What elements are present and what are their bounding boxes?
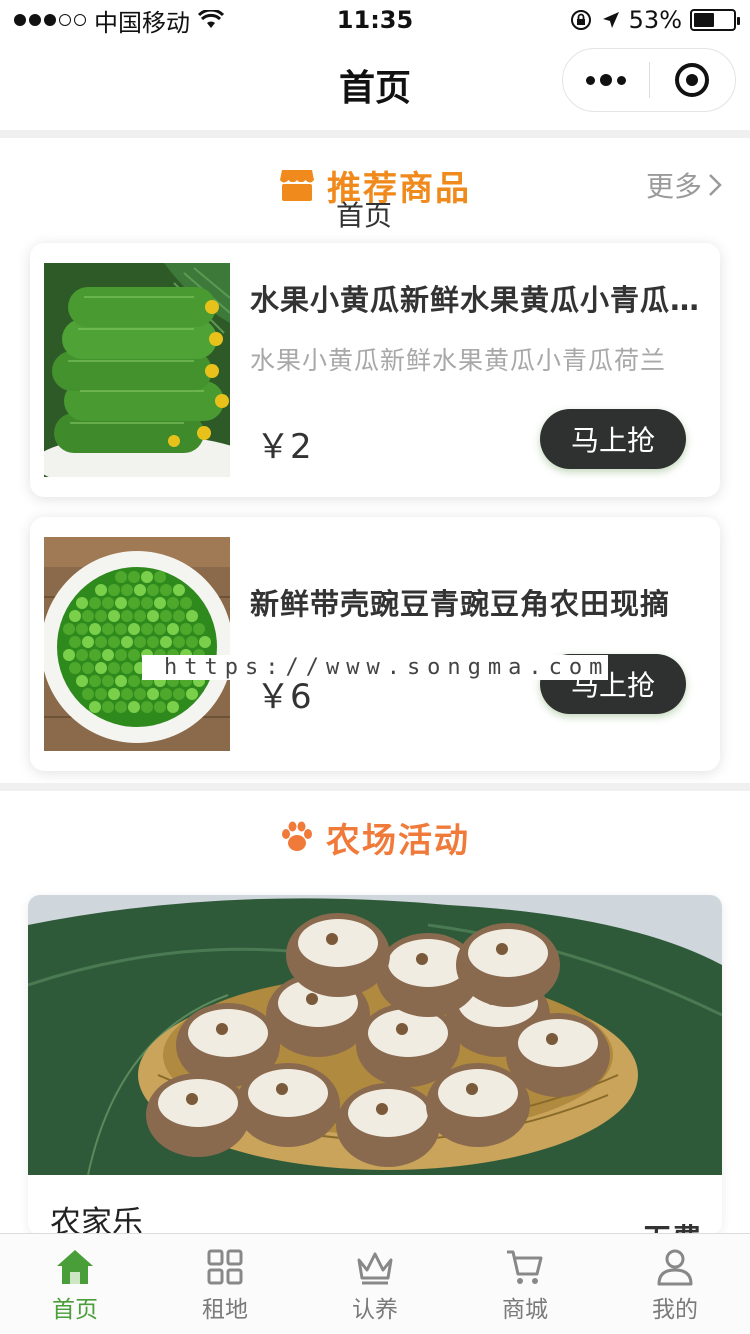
battery-percent: 53% — [628, 6, 682, 34]
more-label: 更多 — [645, 170, 702, 203]
close-icon — [675, 63, 710, 97]
tab-label: 租地 — [202, 1297, 248, 1323]
battery-icon — [690, 9, 740, 31]
nav-bar: 首页 — [0, 40, 750, 130]
carrier-label: 中国移动 — [94, 8, 190, 37]
close-button[interactable] — [650, 49, 736, 111]
activity-title: 农场活动 — [326, 820, 470, 861]
paw-icon — [282, 821, 312, 851]
activity-tag: 无费 — [642, 1215, 702, 1235]
product-name: 水果小黄瓜新鲜水果黄瓜小青瓜荷兰 — [250, 283, 702, 317]
status-bar: 中国移动 11:35 53% — [0, 0, 750, 40]
product-price: ￥2 — [256, 427, 312, 467]
product-card[interactable]: 水果小黄瓜新鲜水果黄瓜小青瓜荷兰 水果小黄瓜新鲜水果黄瓜小青瓜荷兰 ￥2 马上抢 — [30, 243, 720, 497]
divider — [0, 783, 750, 791]
grid-icon — [207, 1249, 243, 1285]
status-left: 中国移动 — [14, 3, 224, 38]
tab-label: 我的 — [652, 1297, 698, 1323]
cucumber-image[interactable] — [44, 263, 230, 477]
product-desc: 水果小黄瓜新鲜水果黄瓜小青瓜荷兰 — [250, 346, 667, 375]
chevron-right-icon — [709, 174, 722, 196]
tab-home[interactable]: 首页 — [0, 1234, 150, 1334]
activity-header: 农场活动 — [0, 812, 750, 862]
more-menu-button[interactable] — [563, 49, 649, 111]
tab-mall[interactable]: 商城 — [450, 1234, 600, 1334]
taro-image[interactable] — [28, 895, 722, 1175]
user-icon — [657, 1249, 693, 1286]
tab-label: 首页 — [52, 1297, 98, 1323]
watermark-text: https://www.songma.com — [142, 655, 608, 680]
divider — [0, 130, 750, 138]
battery-level — [694, 13, 715, 27]
activity-card[interactable]: 农家乐 无费 — [28, 895, 722, 1235]
tab-label: 认养 — [352, 1297, 398, 1323]
more-link[interactable]: 更多 — [646, 165, 722, 205]
signal-icon — [14, 14, 86, 26]
wifi-icon — [198, 10, 224, 28]
crown-icon — [357, 1252, 393, 1285]
product-name: 新鲜带壳豌豆青豌豆角农田现摘 — [250, 587, 671, 621]
tab-label: 商城 — [502, 1297, 548, 1323]
buy-now-button[interactable]: 马上抢 — [540, 409, 686, 469]
location-icon — [602, 12, 619, 28]
shop-icon — [280, 170, 314, 201]
home-icon — [57, 1250, 93, 1284]
tab-rent-land[interactable]: 租地 — [150, 1234, 300, 1334]
page-title: 首页 — [338, 68, 411, 109]
tab-mine[interactable]: 我的 — [600, 1234, 750, 1334]
mini-program-capsule — [562, 48, 736, 112]
rotation-lock-icon — [570, 10, 591, 30]
tab-bar: 首页 租地 认养 商城 我的 — [0, 1233, 750, 1334]
recommend-subtitle: 首页 — [336, 199, 393, 232]
cart-icon — [507, 1250, 543, 1284]
peas-image[interactable] — [44, 537, 230, 751]
tab-adopt[interactable]: 认养 — [300, 1234, 450, 1334]
product-card[interactable]: 新鲜带壳豌豆青豌豆角农田现摘 ￥6 马上抢 — [30, 517, 720, 771]
activity-name: 农家乐 — [50, 1205, 143, 1235]
status-right: 53% — [569, 6, 740, 34]
